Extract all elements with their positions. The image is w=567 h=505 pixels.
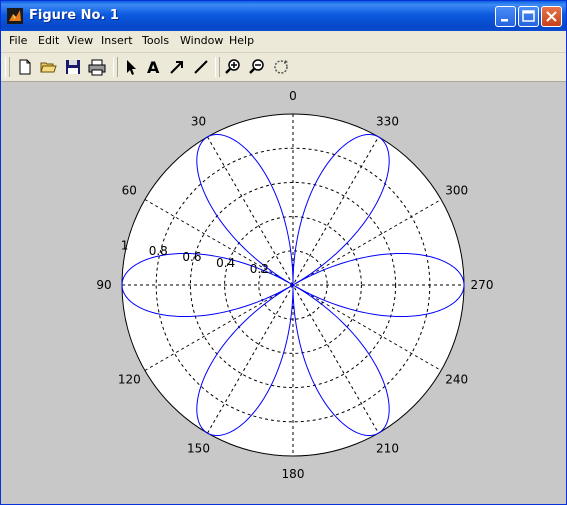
angle-tick-label: 270 — [471, 278, 494, 292]
angle-tick-label: 120 — [118, 373, 141, 387]
zoom-in-icon — [225, 59, 240, 74]
zoom-out-icon — [249, 59, 264, 74]
insert-arrow-icon — [170, 61, 183, 74]
angle-tick-label: 30 — [191, 114, 206, 128]
angle-tick-label: 150 — [187, 442, 210, 456]
maximize-button[interactable] — [518, 6, 539, 27]
new-file-button[interactable] — [15, 57, 35, 77]
close-icon — [546, 11, 557, 22]
menu-view[interactable]: View — [67, 34, 93, 47]
toolbar: A — [1, 53, 566, 82]
angle-tick-label: 330 — [376, 114, 399, 128]
close-button[interactable] — [541, 6, 562, 27]
radius-tick-label: 1 — [121, 238, 129, 252]
radius-tick-label: 0.4 — [216, 256, 235, 270]
angle-tick-label: 180 — [282, 467, 305, 481]
menu-edit[interactable]: Edit — [38, 34, 59, 47]
toolbar-separator — [113, 57, 118, 77]
menu-file[interactable]: File — [9, 34, 27, 47]
angle-tick-label: 90 — [96, 278, 111, 292]
new-file-icon — [19, 59, 31, 75]
open-folder-icon — [40, 62, 57, 73]
menu-tools[interactable]: Tools — [142, 34, 169, 47]
select-arrow-icon — [127, 60, 136, 75]
insert-arrow-button[interactable] — [167, 57, 187, 77]
figure-canvas[interactable]: 0 30 60 90 120 150 180 210 240 270 300 330 0.2 0.4 0.6… — [1, 82, 566, 504]
zoom-in-button[interactable] — [223, 57, 243, 77]
insert-line-button[interactable] — [191, 57, 211, 77]
window-title: Figure No. 1 — [29, 8, 119, 23]
menu-insert[interactable]: Insert — [101, 34, 133, 47]
angle-tick-label: 210 — [376, 442, 399, 456]
zoom-out-button[interactable] — [247, 57, 267, 77]
radius-tick-label: 0.6 — [182, 250, 201, 264]
rotate-icon — [274, 60, 288, 74]
angle-tick-label: 240 — [445, 373, 468, 387]
figure-window: Figure No. 1 File Edit View Insert Tools… — [0, 0, 567, 505]
menu-window[interactable]: Window — [180, 34, 223, 47]
toolbar-separator-2 — [215, 57, 220, 77]
radius-tick-label: 0.8 — [149, 244, 168, 258]
radius-tick-label: 0.2 — [250, 262, 269, 276]
menu-bar: File Edit View Insert Tools Window Help — [1, 31, 566, 53]
save-icon — [66, 60, 80, 74]
open-button[interactable] — [39, 57, 59, 77]
minimize-icon — [501, 19, 508, 22]
menu-help[interactable]: Help — [229, 34, 254, 47]
save-button[interactable] — [63, 57, 83, 77]
minimize-button[interactable] — [495, 6, 516, 27]
rotate-button[interactable] — [271, 57, 291, 77]
matlab-icon — [7, 8, 23, 24]
print-icon — [88, 59, 106, 76]
toolbar-grip[interactable] — [5, 57, 10, 77]
title-bar[interactable]: Figure No. 1 — [1, 1, 566, 31]
angle-tick-label: 300 — [445, 184, 468, 198]
select-button[interactable] — [121, 57, 141, 77]
angle-tick-label: 60 — [122, 184, 137, 198]
polar-plot: 0 30 60 90 120 150 180 210 240 270 300 330 0.2 0.4 0.6… — [96, 89, 494, 481]
insert-text-button[interactable]: A — [144, 57, 164, 77]
insert-line-icon — [194, 60, 208, 74]
insert-text-icon: A — [147, 58, 160, 77]
angle-tick-label: 0 — [289, 89, 297, 103]
print-button[interactable] — [87, 57, 107, 77]
